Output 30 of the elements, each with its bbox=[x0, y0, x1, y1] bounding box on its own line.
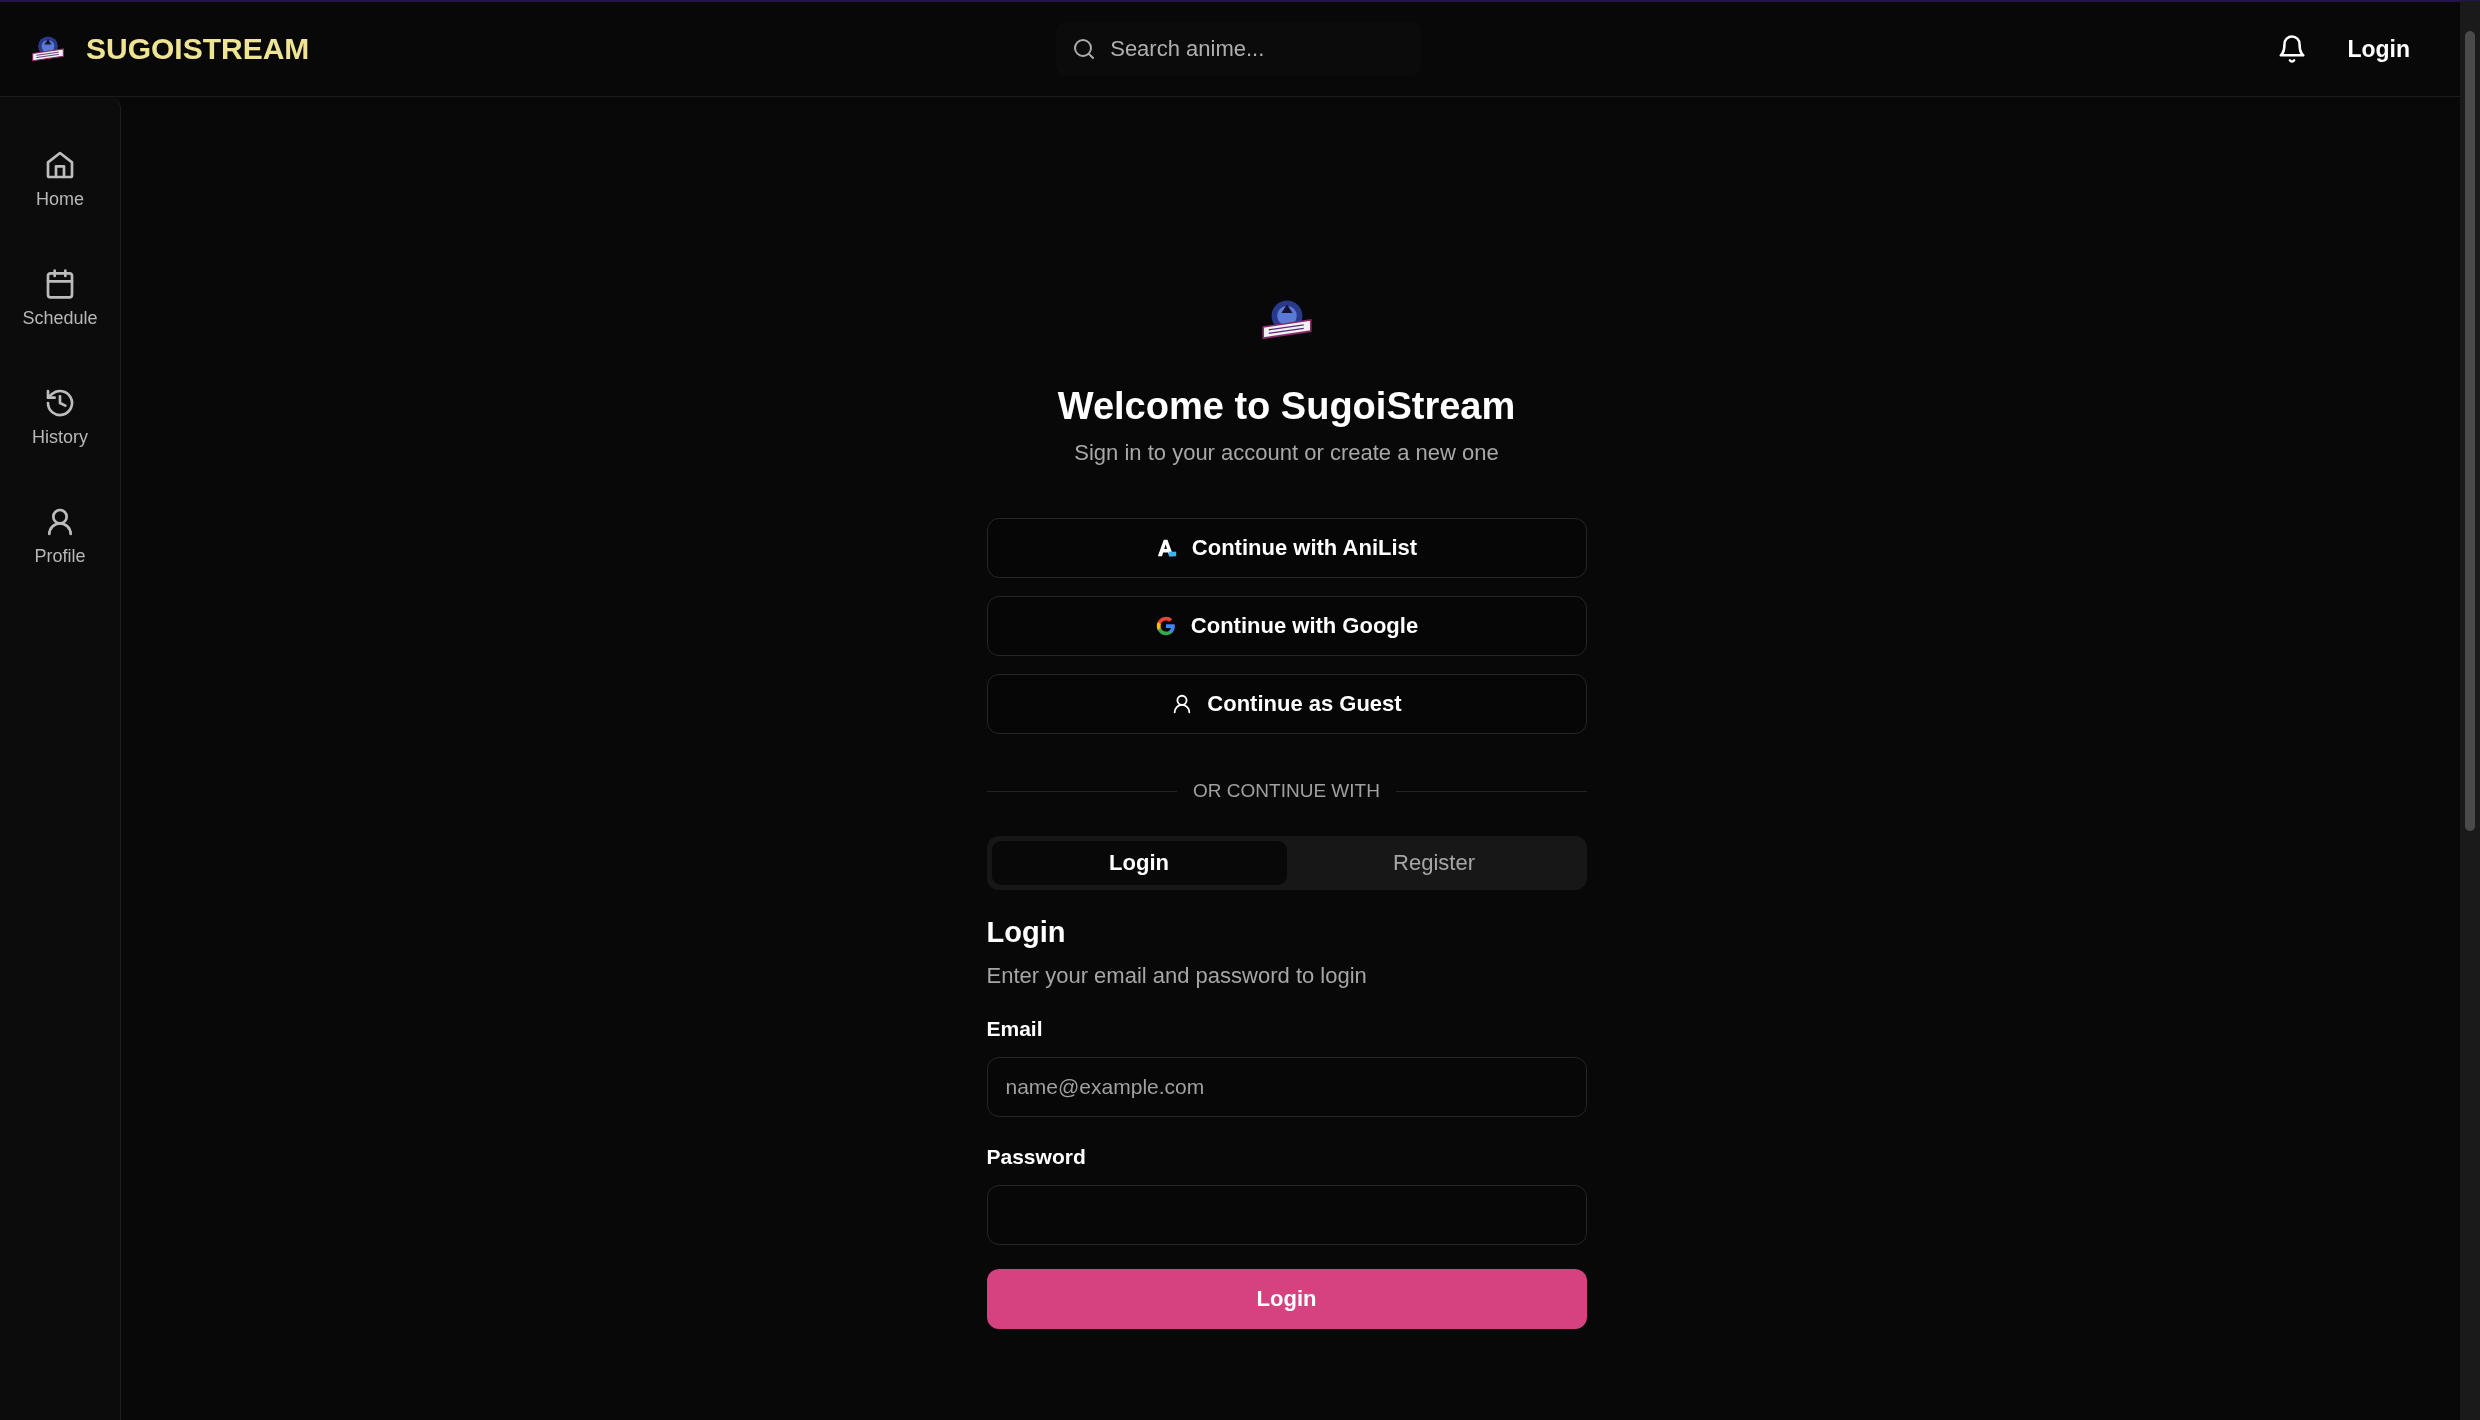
home-icon bbox=[44, 149, 76, 181]
search-icon bbox=[1072, 37, 1097, 61]
tab[interactable]: Login bbox=[991, 841, 1287, 885]
form-title: Login bbox=[986, 916, 1066, 949]
password-field[interactable] bbox=[986, 1185, 1587, 1245]
login-button[interactable]: Login bbox=[986, 1269, 1587, 1329]
divider-text: OR CONTINUE WITH bbox=[1193, 780, 1380, 802]
tab[interactable]: Register bbox=[1286, 841, 1582, 885]
scrollbar[interactable] bbox=[2460, 1, 2480, 1420]
history-icon bbox=[44, 387, 76, 419]
brand-name[interactable]: SUGOISTREAM bbox=[86, 32, 310, 66]
sidebar-item[interactable]: Profile bbox=[34, 506, 86, 567]
login-link[interactable]: Login bbox=[2347, 35, 2410, 63]
page-title: Welcome to SugoiStream bbox=[1057, 385, 1516, 428]
field-label: Password bbox=[986, 1145, 1086, 1169]
field-label: Email bbox=[986, 1017, 1043, 1041]
scrollbar-thumb[interactable] bbox=[2465, 31, 2475, 831]
sidebar-item[interactable]: Schedule bbox=[22, 268, 98, 329]
sidebar-item[interactable]: History bbox=[32, 387, 88, 448]
provider-button[interactable]: Continue with Google bbox=[986, 596, 1587, 656]
provider-button[interactable]: Continue as Guest bbox=[986, 674, 1587, 734]
subtitle: Sign in to your account or create a new one bbox=[1074, 440, 1499, 466]
provider-button[interactable]: Continue with AniList bbox=[986, 518, 1587, 578]
letter-a-icon bbox=[1155, 537, 1178, 559]
email-field[interactable]: name@example.com bbox=[986, 1057, 1587, 1117]
logo-icon bbox=[30, 35, 66, 63]
form-description: Enter your email and password to login bbox=[986, 963, 1367, 989]
sidebar-item[interactable]: Home bbox=[36, 149, 84, 210]
calendar-icon bbox=[44, 268, 76, 300]
google-icon bbox=[1154, 615, 1177, 637]
